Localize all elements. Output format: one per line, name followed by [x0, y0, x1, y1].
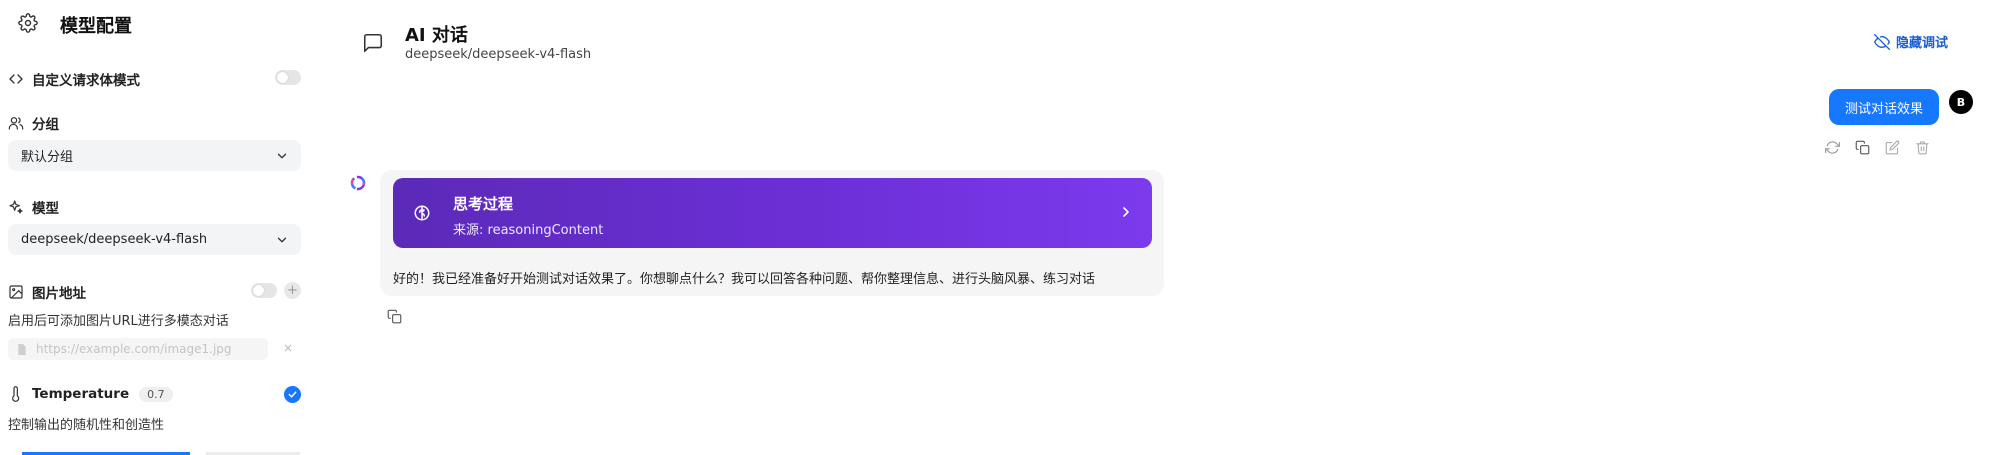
copy-icon[interactable] — [387, 309, 402, 324]
hide-debug-button[interactable]: 隐藏调试 — [1874, 32, 1948, 51]
eye-off-icon — [1874, 33, 1890, 50]
group-select-value: 默认分组 — [21, 150, 74, 165]
user-message-bubble: 测试对话效果 — [1829, 89, 1939, 125]
group-label: 分组 — [32, 117, 59, 133]
check-icon — [288, 391, 297, 398]
thinking-panel[interactable]: 思考过程 来源: reasoningContent — [393, 178, 1152, 248]
image-url-label-row: 图片地址 — [8, 282, 86, 302]
group-label-row: 分组 — [8, 113, 59, 133]
chevron-down-icon — [277, 153, 287, 158]
brain-icon — [414, 205, 430, 221]
page-title: AI 对话 — [405, 25, 468, 46]
thermometer-icon — [12, 386, 20, 402]
thinking-source: 来源: reasoningContent — [453, 223, 604, 238]
thinking-title: 思考过程 — [453, 195, 514, 213]
temperature-value-badge: 0.7 — [139, 386, 173, 402]
custom-body-label-row: 自定义请求体模式 — [8, 69, 140, 89]
chevron-down-icon — [277, 237, 287, 242]
chat-icon — [363, 33, 383, 53]
sparkle-icon — [9, 200, 23, 214]
edit-icon[interactable] — [1885, 140, 1900, 155]
gear-icon[interactable] — [18, 13, 38, 37]
image-url-placeholder: https://example.com/image1.jpg — [36, 342, 232, 356]
custom-body-toggle[interactable] — [275, 70, 301, 85]
image-url-label: 图片地址 — [32, 286, 86, 302]
image-url-input[interactable]: https://example.com/image1.jpg — [8, 338, 268, 360]
copy-icon[interactable] — [1855, 140, 1870, 155]
page-subtitle: deepseek/deepseek-v4-flash — [405, 47, 592, 62]
temperature-enable-checkbox[interactable] — [284, 386, 301, 403]
image-url-helper: 启用后可添加图片URL进行多模态对话 — [8, 314, 229, 329]
group-select[interactable]: 默认分组 — [8, 140, 301, 171]
user-message-actions — [1825, 140, 1945, 155]
temperature-label: Temperature — [32, 386, 130, 402]
sidebar-title: 模型配置 — [60, 16, 132, 37]
refresh-icon[interactable] — [1825, 140, 1840, 155]
hide-debug-label: 隐藏调试 — [1896, 36, 1949, 51]
model-select[interactable]: deepseek/deepseek-v4-flash — [8, 224, 301, 255]
model-label: 模型 — [32, 201, 59, 217]
users-icon — [8, 117, 24, 130]
add-image-button[interactable]: + — [284, 282, 301, 299]
app: 模型配置 自定义请求体模式 分组 默认分组 模型 deepseek/deepse… — [0, 0, 1990, 455]
sidebar-header: 模型配置 — [18, 12, 132, 38]
ai-model-logo — [350, 175, 366, 191]
temperature-label-row: Temperature 0.7 — [8, 386, 173, 402]
image-icon — [9, 285, 23, 299]
image-url-clear-button[interactable]: × — [283, 341, 293, 355]
sidebar: 模型配置 自定义请求体模式 分组 默认分组 模型 deepseek/deepse… — [0, 0, 318, 455]
assistant-message-text: 好的！我已经准备好开始测试对话效果了。你想聊点什么？我可以回答各种问题、帮你整理… — [393, 272, 1096, 287]
custom-body-label: 自定义请求体模式 — [32, 73, 140, 89]
image-url-toggle[interactable] — [251, 283, 277, 298]
user-avatar: B — [1949, 90, 1973, 114]
trash-icon[interactable] — [1915, 140, 1930, 155]
temperature-helper: 控制输出的随机性和创造性 — [8, 418, 165, 433]
model-label-row: 模型 — [8, 197, 59, 217]
chevron-right-icon — [1123, 207, 1129, 217]
code-icon — [9, 74, 23, 84]
file-icon — [18, 343, 26, 355]
model-select-value: deepseek/deepseek-v4-flash — [21, 232, 208, 247]
